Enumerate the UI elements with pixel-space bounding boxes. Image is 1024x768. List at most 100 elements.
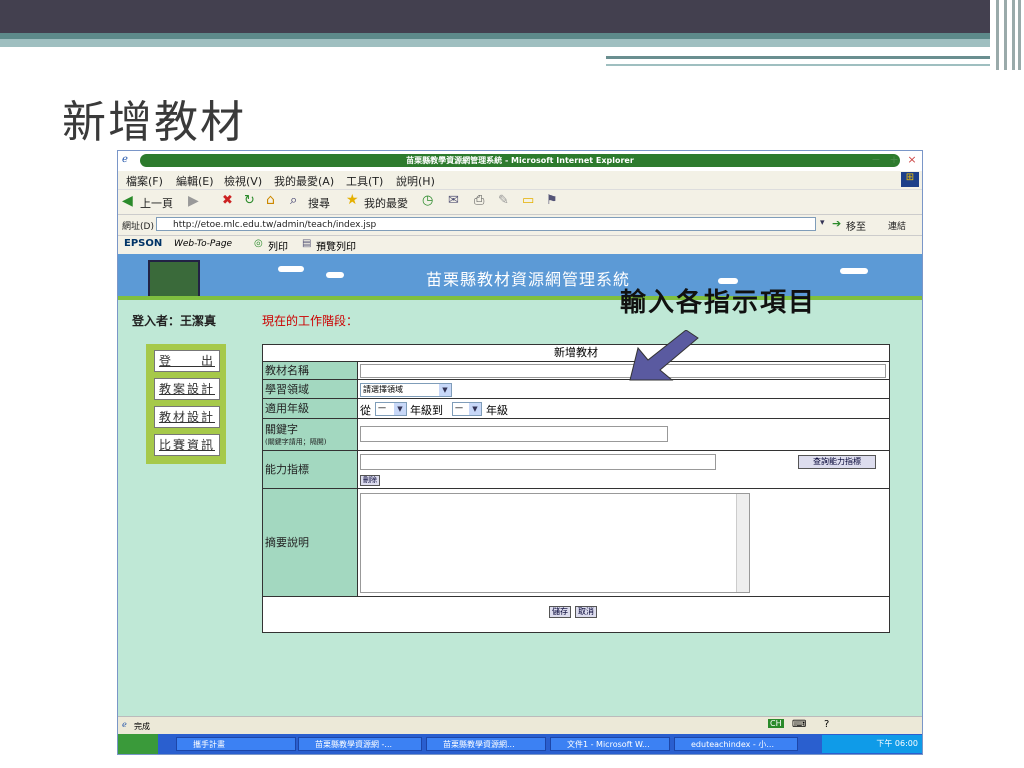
cloud-decoration	[840, 268, 868, 274]
system-tray: 下午 06:00	[822, 735, 922, 753]
domain-select[interactable]: 請選擇領域 ▼	[360, 383, 452, 397]
cloud-decoration	[326, 272, 344, 278]
grade-end-select[interactable]: 一 ▼	[452, 402, 482, 416]
print-icon[interactable]: ⎙	[474, 193, 484, 208]
messenger-icon[interactable]: ⚑	[546, 193, 558, 208]
close-icon[interactable]: ×	[906, 154, 918, 166]
forward-arrow-icon[interactable]: ▶	[188, 193, 199, 209]
go-button[interactable]: 移至	[846, 218, 866, 233]
query-ability-button[interactable]: 查詢能力指標	[798, 455, 876, 469]
status-bar: ℯ 完成 CH ⌨ ?	[118, 716, 922, 735]
taskbar-item[interactable]: 苗栗縣教學資源網 -...	[298, 737, 422, 751]
address-dropdown-icon[interactable]: ▾	[820, 218, 825, 228]
keyboard-icon[interactable]: ⌨	[792, 719, 806, 730]
slide-top-bar	[0, 0, 990, 33]
annotation-text: 輸入各指示項目	[620, 288, 817, 318]
slide-right-line	[606, 56, 990, 59]
grade-end-value: 一	[455, 404, 463, 413]
grade-row: 從 一 ▼ 年級到 一 ▼ 年級	[358, 399, 889, 419]
start-button[interactable]	[118, 734, 158, 754]
refresh-icon[interactable]: ↻	[244, 193, 255, 208]
go-arrow-icon[interactable]: ➔	[832, 217, 841, 230]
grade-label: 適用年級	[263, 399, 358, 419]
windows-logo-icon: ⊞	[901, 172, 919, 187]
address-bar: 網址(D) http://etoe.mlc.edu.tw/admin/teach…	[118, 214, 922, 235]
mail-icon[interactable]: ✉	[448, 193, 459, 208]
delete-ability-button[interactable]: 刪除	[360, 475, 380, 486]
address-input[interactable]: http://etoe.mlc.edu.tw/admin/teach/index…	[156, 217, 816, 231]
taskbar-item[interactable]: 苗栗縣教學資源網...	[426, 737, 546, 751]
chevron-down-icon: ▼	[394, 403, 406, 415]
maximize-icon[interactable]: +	[888, 154, 900, 166]
links-button[interactable]: 連結	[888, 219, 906, 232]
form-header: 新增教材	[263, 345, 889, 362]
browser-window: ℯ 苗栗縣教學資源網管理系統 - Microsoft Internet Expl…	[117, 150, 923, 755]
lesson-plan-link[interactable]: 教案設計	[154, 378, 220, 400]
web-to-page-button[interactable]: Web-To-Page	[174, 239, 232, 249]
ability-input[interactable]	[360, 454, 716, 470]
summary-label: 摘要說明	[263, 489, 358, 597]
form-actions: 儲存 取消	[263, 597, 889, 631]
material-design-link[interactable]: 教材設計	[154, 406, 220, 428]
history-icon[interactable]: ◷	[422, 193, 433, 208]
search-icon[interactable]: ⌕	[290, 193, 297, 208]
menu-view[interactable]: 檢視(V)	[224, 173, 262, 189]
epson-print-button[interactable]: 列印	[268, 238, 288, 253]
cancel-button[interactable]: 取消	[575, 606, 597, 618]
chevron-down-icon: ▼	[469, 403, 481, 415]
taskbar: 攜手計畫 苗栗縣教學資源網 -... 苗栗縣教學資源網... 文件1 - Mic…	[118, 734, 922, 754]
search-button[interactable]: 搜尋	[308, 195, 330, 211]
keyword-input[interactable]	[360, 426, 668, 442]
summary-row	[358, 489, 889, 597]
ability-row: 查詢能力指標 刪除	[358, 451, 889, 489]
minimize-icon[interactable]: −	[870, 154, 882, 166]
slide-title: 新增教材	[62, 97, 246, 148]
taskbar-item[interactable]: 文件1 - Microsoft W...	[550, 737, 670, 751]
epson-preview-button[interactable]: 預覽列印	[316, 238, 356, 253]
ie-status-icon: ℯ	[122, 720, 127, 729]
help-icon[interactable]: ?	[824, 719, 829, 730]
keyword-hint: (關鍵字請用；隔開)	[265, 438, 327, 446]
menu-edit[interactable]: 編輯(E)	[176, 173, 214, 189]
save-button[interactable]: 儲存	[549, 606, 571, 618]
edit-icon[interactable]: ✎	[498, 193, 509, 208]
keyword-label: 關鍵字	[265, 423, 298, 436]
menu-help[interactable]: 說明(H)	[396, 173, 435, 189]
status-text: 完成	[134, 722, 150, 731]
folder-icon[interactable]: ▭	[522, 193, 534, 208]
side-menu: 登 出 教案設計 教材設計 比賽資訊	[146, 344, 226, 464]
menu-favorites[interactable]: 我的最愛(A)	[274, 173, 334, 189]
favorites-button[interactable]: 我的最愛	[364, 195, 408, 211]
name-label: 教材名稱	[263, 362, 358, 380]
new-material-form: 新增教材 教材名稱 學習領域 請選擇領域 ▼ 適用年級 從 一 ▼ 年級到 一 …	[262, 344, 890, 633]
ime-indicator[interactable]: CH	[768, 719, 784, 728]
menu-file[interactable]: 檔案(F)	[126, 173, 163, 189]
epson-toolbar: EPSON Web-To-Page ◎ 列印 ▤ 預覽列印	[118, 235, 922, 254]
annotation-arrow	[629, 330, 699, 381]
taskbar-item[interactable]: 攜手計畫	[176, 737, 296, 751]
preview-icon[interactable]: ▤	[302, 238, 311, 249]
slide-right-line-2	[606, 64, 990, 66]
keyword-label-cell: 關鍵字 (關鍵字請用；隔開)	[263, 419, 358, 451]
textarea-scrollbar[interactable]	[736, 494, 749, 592]
grade-start-select[interactable]: 一 ▼	[375, 402, 407, 416]
back-button[interactable]: 上一頁	[140, 195, 173, 211]
print-globe-icon[interactable]: ◎	[254, 238, 263, 249]
title-bar: ℯ 苗栗縣教學資源網管理系統 - Microsoft Internet Expl…	[118, 151, 922, 171]
url-text: http://etoe.mlc.edu.tw/admin/teach/index…	[173, 220, 377, 230]
address-label: 網址(D)	[122, 222, 154, 232]
stop-icon[interactable]: ✖	[222, 193, 233, 208]
home-icon[interactable]: ⌂	[266, 192, 275, 208]
keyword-row	[358, 419, 889, 451]
site-logo	[148, 260, 200, 298]
taskbar-item[interactable]: eduteachindex - 小...	[674, 737, 798, 751]
domain-label: 學習領域	[263, 380, 358, 399]
favorites-star-icon[interactable]: ★	[346, 192, 359, 208]
logout-link[interactable]: 登 出	[154, 350, 220, 372]
menu-tools[interactable]: 工具(T)	[346, 173, 383, 189]
toolbar: ◀ 上一頁 ▶ ✖ ↻ ⌂ ⌕ 搜尋 ★ 我的最愛 ◷ ✉ ⎙ ✎ ▭ ⚑	[118, 189, 922, 214]
slide-top-stripe-light	[0, 39, 990, 47]
summary-textarea[interactable]	[360, 493, 750, 593]
back-arrow-icon[interactable]: ◀	[122, 193, 133, 209]
competition-info-link[interactable]: 比賽資訊	[154, 434, 220, 456]
